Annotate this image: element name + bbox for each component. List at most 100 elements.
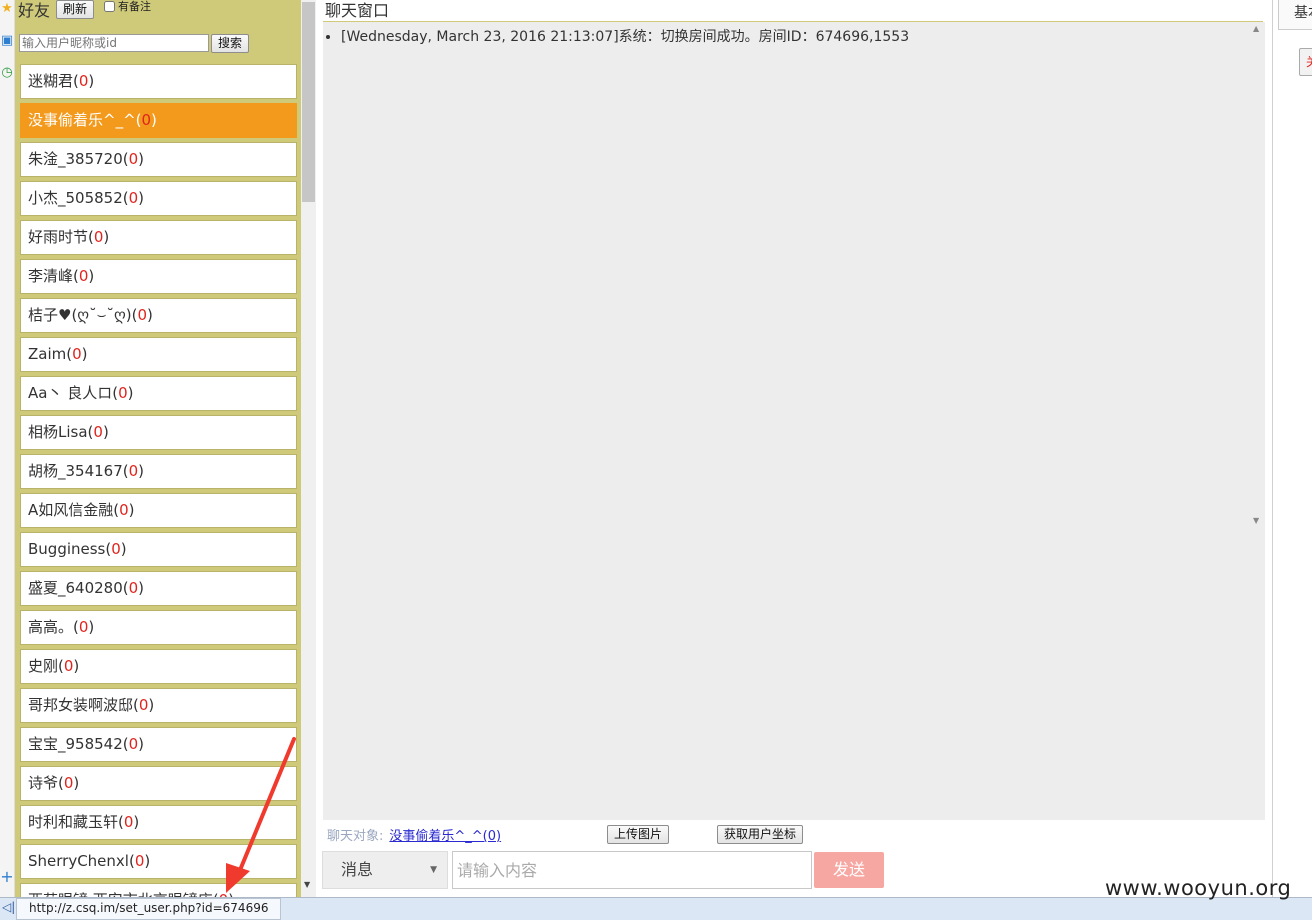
friend-item[interactable]: 宝宝_958542(0) (20, 727, 297, 762)
chat-icon[interactable]: ▣ (0, 34, 14, 48)
unread-count: 0 (78, 72, 89, 90)
unread-count: 0 (128, 735, 139, 753)
paren: ) (138, 462, 145, 480)
unread-count: 0 (138, 696, 149, 714)
friend-item[interactable]: Aa丶 良人ロ(0) (20, 376, 297, 411)
paren: ) (73, 657, 80, 675)
unread-count: 0 (78, 267, 89, 285)
unread-count: 0 (63, 774, 74, 792)
paren: ) (147, 306, 153, 324)
paren: ) (127, 384, 134, 402)
paren: ) (138, 579, 145, 597)
friend-name: SherryChenxl (28, 852, 129, 870)
friend-name: 高高。 (28, 618, 74, 636)
friend-panel-header: 好友 刷新 有备注 (18, 0, 151, 20)
right-panel: 基本 关 (1273, 0, 1312, 897)
friend-list: 迷糊君(0) 没事偷着乐^_^(0) 朱淦_385720(0) 小杰_505852(0… (20, 64, 298, 897)
unread-count: 0 (63, 657, 74, 675)
message-scrollbar[interactable]: ▲ ▼ (1251, 22, 1265, 820)
paren: ) (103, 228, 110, 246)
friend-item[interactable]: 诗爷(0) (20, 766, 297, 801)
friend-name: 哥邦女装啊波邸 (28, 696, 134, 714)
unread-count: 0 (128, 462, 139, 480)
unread-count: 0 (93, 228, 104, 246)
unread-count: 0 (118, 384, 128, 402)
friend-name: 盛夏_640280 (28, 579, 123, 597)
friend-item[interactable]: 哥邦女装啊波邸(0) (20, 688, 297, 723)
friend-item[interactable]: Bugginess(0) (20, 532, 297, 567)
paren: ) (148, 696, 155, 714)
scrollbar-thumb[interactable] (302, 2, 315, 202)
upload-image-button[interactable]: 上传图片 (607, 825, 670, 844)
friend-item[interactable]: 时利和藏玉轩(0) (20, 805, 297, 840)
chat-target-link[interactable]: 没事偷着乐^_^(0) (389, 825, 501, 844)
friend-name: 桔子♥(ღ˘⌣˘ღ) (28, 306, 132, 324)
friend-item[interactable]: 小杰_505852(0) (20, 181, 297, 216)
friend-name: 胡杨_354167 (28, 462, 123, 480)
get-user-coordinates-button[interactable]: 获取用户坐标 (717, 825, 804, 844)
paren: ) (88, 72, 95, 90)
remark-filter[interactable]: 有备注 (104, 0, 151, 14)
friend-name: 时利和藏玉轩 (28, 813, 119, 831)
scroll-down-arrow-icon[interactable]: ▼ (1253, 516, 1259, 525)
paren: ) (120, 540, 127, 558)
friend-list-scrollbar[interactable]: ▼ (301, 0, 316, 897)
message-type-select[interactable]: 消息 ▼ (322, 851, 448, 889)
paren: ) (138, 735, 145, 753)
friend-item[interactable]: 高高。(0) (20, 610, 297, 645)
chat-window-title: 聊天窗口 (325, 1, 390, 20)
friend-name: 诗爷 (28, 774, 59, 792)
paren: ) (88, 267, 95, 285)
send-button[interactable]: 发送 (814, 852, 884, 888)
unread-count: 0 (137, 306, 148, 324)
unread-count: 0 (141, 111, 152, 129)
friend-name: 朱淦_385720 (28, 150, 123, 168)
message-input[interactable] (452, 851, 812, 889)
friend-item[interactable]: 朱淦_385720(0) (20, 142, 297, 177)
message-list: [Wednesday, March 23, 2016 21:13:07]系统：切… (323, 26, 1251, 46)
unread-count: 0 (123, 813, 134, 831)
paren: ) (81, 345, 88, 363)
paren: ) (128, 501, 135, 519)
status-url: http://z.csq.im/set_user.php?id=674696 (16, 898, 282, 920)
friend-name: 小杰_505852 (28, 189, 123, 207)
clock-icon[interactable]: ◷ (0, 66, 14, 80)
friend-item[interactable]: 李清峰(0) (20, 259, 297, 294)
friend-item[interactable]: 没事偷着乐^_^(0) (20, 103, 297, 138)
paren: ) (144, 852, 151, 870)
star-icon[interactable]: ★ (0, 2, 14, 16)
friend-name: 没事偷着乐^_^ (28, 111, 136, 129)
friend-item[interactable]: 盛夏_640280(0) (20, 571, 297, 606)
friend-item[interactable]: 好雨时节(0) (20, 220, 297, 255)
unread-count: 0 (78, 618, 89, 636)
remark-checkbox[interactable] (104, 0, 116, 12)
friend-item[interactable]: A如风信金融(0) (20, 493, 297, 528)
collapse-icon[interactable]: ◁| (2, 900, 15, 914)
friend-item[interactable]: 西苑眼镜 西安市北京眼镜店(0) (20, 883, 297, 897)
friend-item[interactable]: 桔子♥(ღ˘⌣˘ღ)(0) (20, 298, 297, 333)
chat-area: 聊天窗口 [Wednesday, March 23, 2016 21:13:07… (317, 0, 1269, 897)
search-button[interactable]: 搜索 (211, 34, 250, 53)
unread-count: 0 (93, 423, 103, 441)
friend-item[interactable]: Zaim(0) (20, 337, 297, 372)
scroll-up-arrow-icon[interactable]: ▲ (1253, 24, 1259, 33)
right-panel-button[interactable]: 关 (1299, 48, 1312, 76)
friend-name: Bugginess (28, 540, 106, 558)
scroll-down-arrow-icon[interactable]: ▼ (304, 880, 310, 889)
friend-item[interactable]: SherryChenxl(0) (20, 844, 297, 879)
unread-count: 0 (128, 579, 139, 597)
tab-basic[interactable]: 基本 (1278, 0, 1312, 30)
icon-strip: ★ ▣ ◷ + (0, 0, 15, 900)
friend-item[interactable]: 胡杨_354167(0) (20, 454, 297, 489)
friend-item[interactable]: 相杨Lisa(0) (20, 415, 297, 450)
message-type-value: 消息 (341, 860, 374, 879)
refresh-button[interactable]: 刷新 (56, 0, 95, 19)
friend-item[interactable]: 迷糊君(0) (20, 64, 297, 99)
friend-name: A如风信金融 (28, 501, 114, 519)
watermark: www.wooyun.org (1105, 876, 1292, 900)
search-input[interactable] (19, 34, 209, 52)
friend-item[interactable]: 史刚(0) (20, 649, 297, 684)
chevron-down-icon: ▼ (430, 865, 437, 875)
unread-count: 0 (111, 540, 121, 558)
plus-icon[interactable]: + (0, 869, 14, 885)
